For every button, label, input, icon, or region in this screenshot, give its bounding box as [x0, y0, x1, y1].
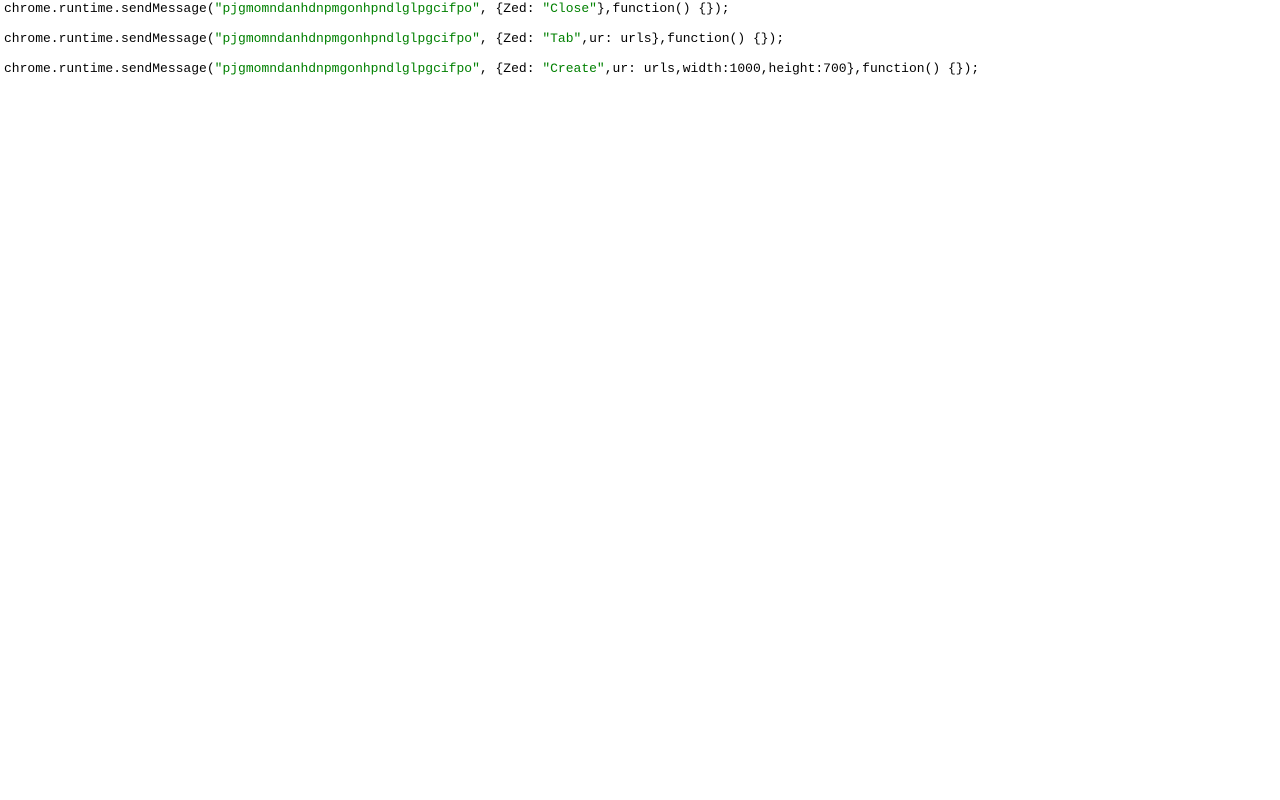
code-token: , {Zed:	[480, 60, 542, 78]
code-token: , {Zed:	[480, 30, 542, 48]
code-line: chrome.runtime.sendMessage("pjgmomndanhd…	[4, 60, 1276, 90]
code-token: , {Zed:	[480, 0, 542, 18]
code-token-string: "pjgmomndanhdnpmgonhpndlglpgcifpo"	[215, 30, 480, 48]
code-token: chrome.runtime.sendMessage(	[4, 30, 215, 48]
code-token-string: "Close"	[542, 0, 597, 18]
code-token-string: "Create"	[542, 60, 604, 78]
code-token-string: "pjgmomndanhdnpmgonhpndlglpgcifpo"	[215, 60, 480, 78]
code-block: chrome.runtime.sendMessage("pjgmomndanhd…	[0, 0, 1280, 90]
code-token-string: "Tab"	[542, 30, 581, 48]
code-line: chrome.runtime.sendMessage("pjgmomndanhd…	[4, 0, 1276, 30]
code-token: ,ur: urls},function() {});	[581, 30, 784, 48]
code-token: ,ur: urls,width:1000,height:700},functio…	[605, 60, 979, 78]
code-token: chrome.runtime.sendMessage(	[4, 60, 215, 78]
code-line: chrome.runtime.sendMessage("pjgmomndanhd…	[4, 30, 1276, 60]
code-token-string: "pjgmomndanhdnpmgonhpndlglpgcifpo"	[215, 0, 480, 18]
code-token: chrome.runtime.sendMessage(	[4, 0, 215, 18]
code-token: },function() {});	[597, 0, 730, 18]
